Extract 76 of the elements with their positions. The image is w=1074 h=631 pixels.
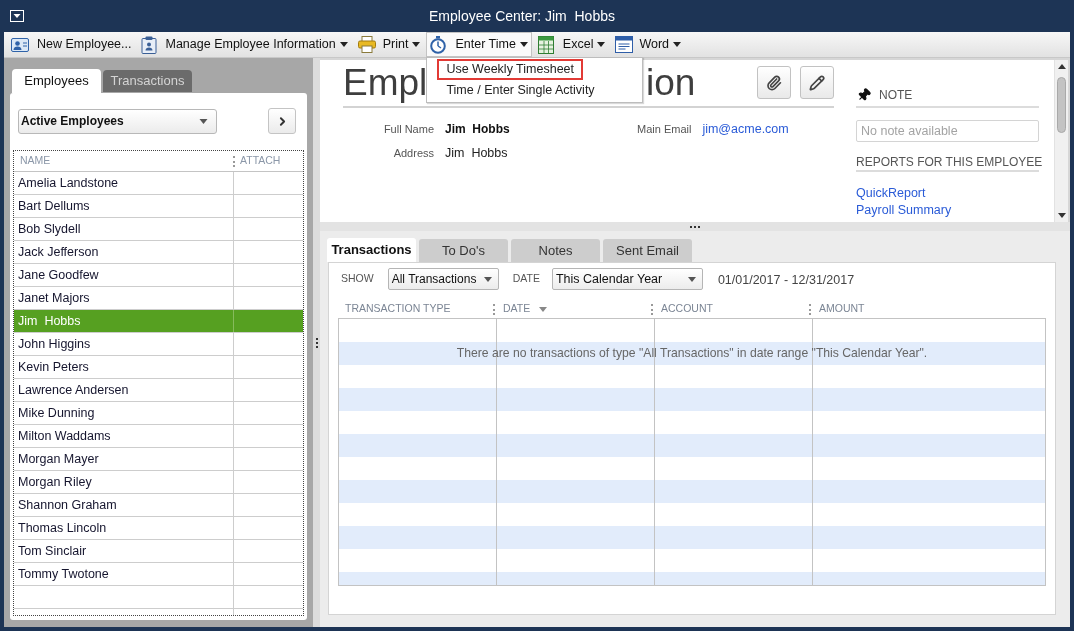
employee-row[interactable]: Mike Dunning: [14, 402, 303, 425]
note-field[interactable]: No note available: [856, 120, 1039, 142]
employee-row[interactable]: Morgan Mayer: [14, 448, 303, 471]
window-menu-icon[interactable]: [10, 10, 24, 22]
heading-text: ion: [646, 61, 696, 105]
select-field[interactable]: Active Employees: [18, 108, 217, 134]
paperclip-icon: [766, 74, 782, 91]
panel-tab[interactable]: Employees: [12, 69, 101, 93]
column-header[interactable]: AMOUNT: [812, 301, 865, 317]
select-field[interactable]: This Calendar Year: [551, 268, 703, 290]
document-icon: [615, 36, 634, 53]
employee-row[interactable]: Shannon Graham: [14, 494, 303, 517]
empty-table-message: There are no transactions of type "All Transactions" in date range "This Calendar Year".: [456, 345, 928, 363]
field-label: SHOW: [341, 271, 374, 287]
clipboard-icon: [141, 35, 158, 54]
note-heading: NOTE: [879, 87, 913, 104]
report-link[interactable]: Payroll Summary: [856, 202, 952, 218]
caret-down-icon: [199, 118, 208, 124]
report-link[interactable]: QuickReport: [856, 185, 926, 201]
edit-button[interactable]: [800, 66, 834, 99]
grip-icon[interactable]: [315, 337, 318, 348]
field-label: Main Email: [637, 121, 692, 137]
person-card-icon: [11, 36, 29, 53]
detail-tab[interactable]: Notes: [511, 239, 600, 262]
employee-row[interactable]: Morgan Riley: [14, 471, 303, 494]
detail-tab[interactable]: Transactions: [327, 238, 416, 262]
employee-row[interactable]: Bart Dellums: [14, 195, 303, 218]
spreadsheet-icon: [537, 35, 554, 54]
employee-row[interactable]: Thomas Lincoln: [14, 517, 303, 540]
employee-row[interactable]: Jack Jefferson: [14, 241, 303, 264]
employee-row[interactable]: Milton Waddams: [14, 425, 303, 448]
field-label: Full Name: [382, 121, 434, 137]
column-header[interactable]: DATE: [496, 301, 548, 317]
window-title: Employee Center: Jim Hobbs: [429, 6, 615, 26]
panel-tab[interactable]: Transactions: [103, 70, 192, 92]
next-button[interactable]: [268, 108, 296, 134]
employee-row[interactable]: John Higgins: [14, 333, 303, 356]
employee-row[interactable]: Bob Slydell: [14, 218, 303, 241]
employee-row[interactable]: Amelia Landstone: [14, 172, 303, 195]
scrollbar-thumb[interactable]: [1057, 77, 1066, 133]
toolbar-button[interactable]: Word: [611, 32, 686, 57]
employee-row[interactable]: Tommy Twotone: [14, 563, 303, 586]
field-label: Address: [392, 145, 434, 161]
employee-row[interactable]: Kevin Peters: [14, 356, 303, 379]
select-field[interactable]: All Transactions: [387, 268, 499, 290]
caret-down-icon[interactable]: [1057, 213, 1066, 218]
toolbar-button[interactable]: Enter Time: [426, 32, 532, 57]
heading-text: Empl: [343, 62, 428, 103]
pencil-icon: [809, 74, 825, 91]
scrollbar[interactable]: [1054, 60, 1068, 222]
toolbar-button[interactable]: Excel: [533, 32, 610, 57]
employee-row[interactable]: Jane Goodfew: [14, 264, 303, 287]
stopwatch-icon: [430, 35, 447, 54]
menu-item[interactable]: Time / Enter Single Activity: [437, 80, 604, 101]
toolbar-button[interactable]: Print: [353, 32, 425, 57]
email-link[interactable]: jim@acme.com: [702, 119, 789, 139]
attach-button[interactable]: [757, 66, 791, 99]
employee-row[interactable]: Tom Sinclair: [14, 540, 303, 563]
column-header[interactable]: TRANSACTION TYPE: [338, 301, 451, 317]
field-value: Jim Hobbs: [445, 144, 508, 162]
field-label: DATE: [512, 271, 540, 287]
column-header[interactable]: ACCOUNT: [654, 301, 713, 317]
date-range-text: 01/01/2017 - 12/31/2017: [717, 272, 855, 290]
detail-tab[interactable]: Sent Email: [603, 239, 692, 262]
caret-down-icon: [687, 276, 696, 282]
toolbar-button[interactable]: New Employee...: [7, 32, 136, 57]
field-value: Jim Hobbs: [445, 121, 510, 138]
employee-row[interactable]: Lawrence Andersen: [14, 379, 303, 402]
toolbar-button[interactable]: Manage Employee Information: [137, 32, 352, 57]
grip-icon[interactable]: [690, 225, 700, 228]
printer-icon: [357, 36, 376, 53]
caret-down-icon: [483, 276, 492, 282]
detail-tab[interactable]: To Do's: [419, 239, 508, 262]
menu-item[interactable]: Use Weekly Timesheet: [437, 59, 584, 80]
reports-heading: REPORTS FOR THIS EMPLOYEE: [856, 153, 1043, 171]
caret-up-icon[interactable]: [1057, 64, 1066, 69]
